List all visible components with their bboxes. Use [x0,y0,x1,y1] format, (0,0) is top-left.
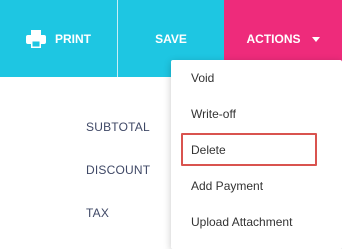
save-label: SAVE [155,31,187,46]
caret-down-icon [311,37,320,42]
print-button[interactable]: PRINT [0,0,117,77]
actions-label: ACTIONS [246,31,301,46]
menu-item-write-off[interactable]: Write-off [191,107,236,121]
discount-label: DISCOUNT [86,163,151,177]
print-label: PRINT [55,31,91,46]
menu-item-upload-attachment[interactable]: Upload Attachment [191,215,292,229]
delete-highlight-box [181,133,317,166]
tax-label: TAX [86,206,110,220]
subtotal-label: SUBTOTAL [86,120,150,134]
printer-icon [26,29,46,48]
menu-item-void[interactable]: Void [191,71,214,85]
menu-item-add-payment[interactable]: Add Payment [191,179,263,193]
